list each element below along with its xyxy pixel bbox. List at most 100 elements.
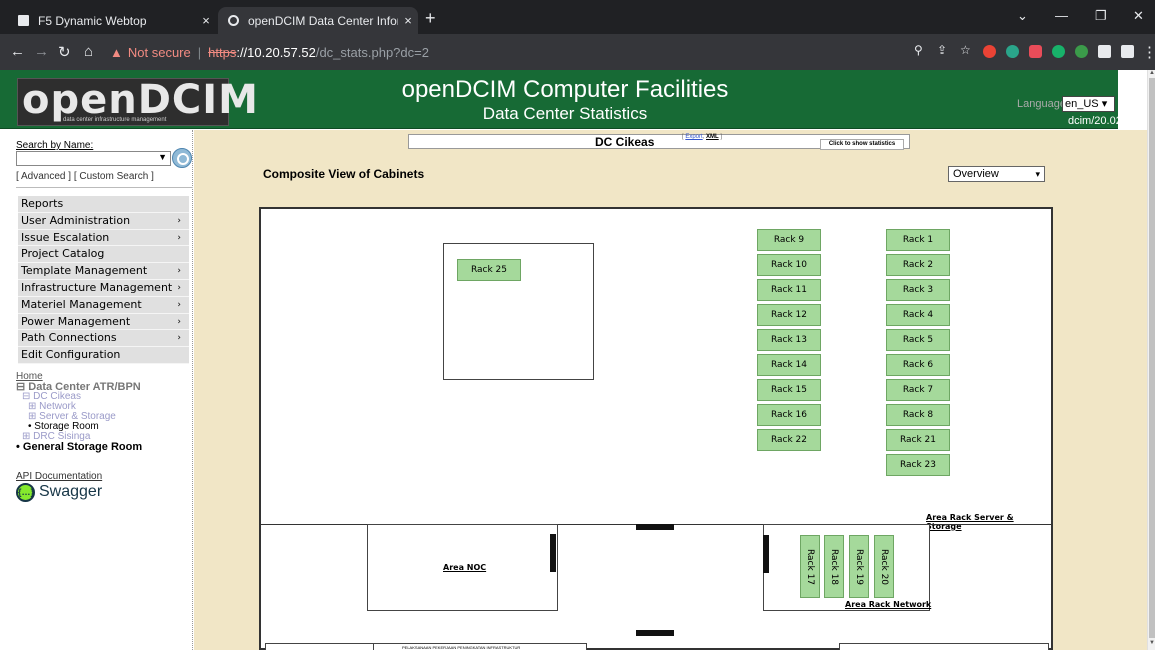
puzzle-icon[interactable] <box>1098 45 1111 58</box>
xml-link[interactable]: XML <box>706 134 719 140</box>
swagger-icon[interactable]: {…} <box>16 483 35 502</box>
tree-item-general-storage[interactable]: • General Storage Room <box>16 442 142 453</box>
rack-3[interactable]: Rack 3 <box>886 279 950 301</box>
show-statistics-button[interactable]: Click to show statistics <box>820 139 904 150</box>
rack-21[interactable]: Rack 21 <box>886 429 950 451</box>
menu-infrastructure-management[interactable]: Infrastructure Management › <box>18 279 189 297</box>
zoom-icon[interactable]: ⚲ <box>914 43 923 57</box>
new-tab-button[interactable]: + <box>425 8 436 29</box>
menu-template-management[interactable]: Template Management › <box>18 263 189 280</box>
view-select[interactable]: Overview ▾ <box>948 166 1045 182</box>
menu-user-administration[interactable]: User Administration › <box>18 212 189 230</box>
rack-7[interactable]: Rack 7 <box>886 379 950 401</box>
menu-label: Template Management <box>21 264 148 278</box>
rack-15[interactable]: Rack 15 <box>757 379 821 401</box>
rack-11[interactable]: Rack 11 <box>757 279 821 301</box>
extension-icon[interactable] <box>1075 45 1088 58</box>
rack-5[interactable]: Rack 5 <box>886 329 950 351</box>
close-window-button[interactable]: ✕ <box>1133 8 1144 24</box>
menu-power-management[interactable]: Power Management › <box>18 313 189 331</box>
rack-10[interactable]: Rack 10 <box>757 254 821 276</box>
tab-close-icon[interactable]: × <box>398 13 418 28</box>
tab-close-icon[interactable]: × <box>196 13 216 28</box>
reload-icon[interactable]: ↻ <box>58 43 71 61</box>
chevron-down-icon[interactable]: ▼ <box>158 152 167 162</box>
extension-icon[interactable] <box>1052 45 1065 58</box>
chevron-down-icon: ▾ <box>1035 169 1040 179</box>
url-field[interactable]: ▲ Not secure | https ://10.20.57.52 /dc_… <box>110 39 890 65</box>
opendcim-logo[interactable]: openDCIM data center infrastructure mana… <box>17 77 258 126</box>
tab-search-icon[interactable]: ⌄ <box>1017 8 1028 24</box>
api-documentation-link[interactable]: API Documentation <box>16 471 102 482</box>
menu-edit-configuration[interactable]: Edit Configuration <box>18 347 189 364</box>
rack-13[interactable]: Rack 13 <box>757 329 821 351</box>
bookmark-star-icon[interactable]: ☆ <box>960 43 971 57</box>
menu-project-catalog[interactable]: Project Catalog <box>18 246 189 264</box>
kebab-menu-icon[interactable]: ⋮ <box>1142 43 1155 61</box>
floor-plan: Rack 25 Rack 9 Rack 10 Rack 11 Rack 12 R… <box>259 207 1053 650</box>
minimize-button[interactable]: — <box>1055 8 1068 23</box>
extension-icon[interactable] <box>1006 45 1019 58</box>
tab-title: F5 Dynamic Webtop <box>38 13 147 28</box>
rack-25[interactable]: Rack 25 <box>457 259 521 281</box>
globe-favicon-icon <box>228 15 239 26</box>
main-menu: Reports User Administration › Issue Escal… <box>18 196 189 364</box>
menu-materiel-management[interactable]: Materiel Management › <box>18 296 189 314</box>
rack-6[interactable]: Rack 6 <box>886 354 950 376</box>
rack-19[interactable]: Rack 19 <box>849 535 869 598</box>
menu-reports[interactable]: Reports <box>18 196 189 213</box>
not-secure-label[interactable]: Not secure <box>128 45 191 60</box>
search-links[interactable]: [ Advanced ] [ Custom Search ] <box>16 171 154 182</box>
tab-f5-webtop[interactable]: F5 Dynamic Webtop × <box>8 7 216 34</box>
rack-22[interactable]: Rack 22 <box>757 429 821 451</box>
rack-14[interactable]: Rack 14 <box>757 354 821 376</box>
chevron-right-icon: › <box>177 215 181 226</box>
export-links: [ Export, XML ] <box>682 134 723 140</box>
scrollbar-thumb[interactable] <box>1149 78 1155 638</box>
page-subtitle: Data Center Statistics <box>482 104 648 123</box>
bottom-note: PELAKSANAAN PEKERJAAN PENINGKATAN INFRAS… <box>402 645 521 650</box>
swagger-link[interactable]: Swagger <box>39 483 102 501</box>
export-link[interactable]: Export <box>685 134 702 140</box>
rack-1[interactable]: Rack 1 <box>886 229 950 251</box>
extension-icon[interactable] <box>983 45 996 58</box>
divider <box>16 187 193 188</box>
rack-4[interactable]: Rack 4 <box>886 304 950 326</box>
door <box>550 534 556 572</box>
home-icon[interactable]: ⌂ <box>84 43 93 60</box>
main-content: DC Cikeas [ Export, XML ] Click to show … <box>194 130 1147 650</box>
rack-2[interactable]: Rack 2 <box>886 254 950 276</box>
browser-tab-bar: F5 Dynamic Webtop × openDCIM Data Center… <box>0 0 1155 34</box>
rack-16[interactable]: Rack 16 <box>757 404 821 426</box>
menu-label: Power Management <box>21 314 131 328</box>
search-icon[interactable] <box>172 148 192 168</box>
forward-icon[interactable]: → <box>34 43 49 60</box>
rack-19-label: Rack 19 <box>854 548 864 585</box>
back-icon[interactable]: ← <box>10 43 25 60</box>
rack-8[interactable]: Rack 8 <box>886 404 950 426</box>
restore-button[interactable]: ❐ <box>1095 8 1107 24</box>
rack-12[interactable]: Rack 12 <box>757 304 821 326</box>
scroll-up-icon[interactable]: ▲ <box>1149 70 1155 76</box>
menu-label: Edit Configuration <box>21 348 121 362</box>
share-icon[interactable]: ⇪ <box>937 43 947 57</box>
menu-issue-escalation[interactable]: Issue Escalation › <box>18 229 189 247</box>
rack-18[interactable]: Rack 18 <box>824 535 844 598</box>
rack-23[interactable]: Rack 23 <box>886 454 950 476</box>
page-scrollbar[interactable]: ▲ ▼ <box>1147 70 1155 650</box>
menu-path-connections[interactable]: Path Connections › <box>18 330 189 348</box>
tab-opendcim[interactable]: openDCIM Data Center Informati × <box>218 7 418 34</box>
composite-view-title: Composite View of Cabinets <box>263 167 425 181</box>
chevron-right-icon: › <box>177 316 181 327</box>
rack-17[interactable]: Rack 17 <box>800 535 820 598</box>
side-panel-icon[interactable] <box>1121 45 1134 58</box>
language-select[interactable]: en_US ▾ <box>1062 96 1115 112</box>
url-host: ://10.20.57.52 <box>236 44 316 60</box>
scroll-down-icon[interactable]: ▼ <box>1149 640 1155 646</box>
rack-9[interactable]: Rack 9 <box>757 229 821 251</box>
extension-icon[interactable] <box>1029 45 1042 58</box>
door <box>636 630 674 636</box>
rack-20[interactable]: Rack 20 <box>874 535 894 598</box>
address-bar: ← → ↻ ⌂ ▲ Not secure | https ://10.20.57… <box>0 34 1155 70</box>
search-input[interactable]: ▼ <box>16 151 171 166</box>
